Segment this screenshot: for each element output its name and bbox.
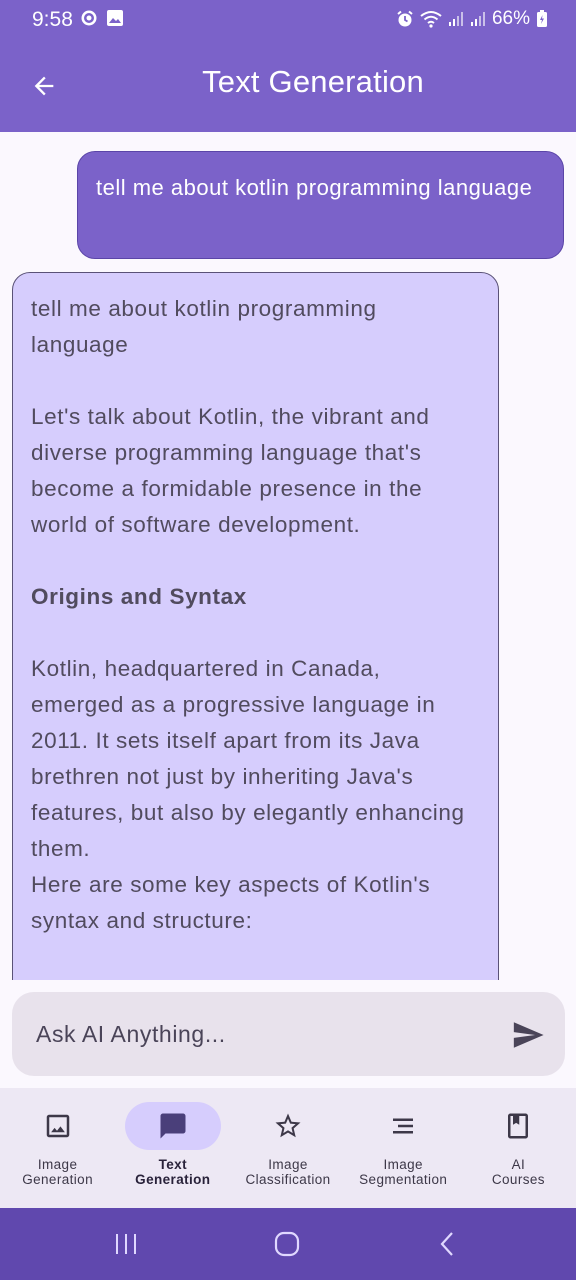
nav-label: Image Generation [22, 1157, 93, 1187]
image-icon [46, 1114, 69, 1138]
wifi-icon [420, 11, 442, 28]
send-button[interactable] [509, 1016, 547, 1054]
ai-intro-text: Let's talk about Kotlin, the vibrant and… [31, 404, 430, 537]
notification-icon [81, 10, 97, 26]
recent-apps-button[interactable] [106, 1228, 146, 1260]
nav-item-image-classification[interactable]: Image Classification [230, 1088, 345, 1208]
signal-icon [448, 12, 463, 26]
status-bar: 9:58 66% [0, 0, 576, 40]
home-icon [274, 1231, 300, 1257]
nav-label: Image Classification [245, 1157, 331, 1187]
ai-heading-text: Origins and Syntax [31, 584, 247, 609]
prompt-input[interactable] [36, 1016, 496, 1052]
nav-label: Text Generation [135, 1157, 211, 1187]
gallery-icon [107, 10, 123, 26]
nav-icon-container [355, 1102, 451, 1150]
chat-area[interactable]: tell me about kotlin programming languag… [0, 132, 576, 980]
message-input-bar [12, 992, 565, 1076]
system-back-button[interactable] [428, 1228, 468, 1260]
list-icon [393, 1118, 414, 1134]
status-right: 66% [396, 8, 548, 30]
battery-percent: 66% [491, 8, 530, 29]
send-icon [513, 1022, 544, 1048]
chevron-left-icon [440, 1232, 453, 1256]
nav-label: AI Courses [491, 1157, 545, 1187]
ai-echo-text: tell me about kotlin programming languag… [31, 296, 377, 357]
ai-paragraph-1: Kotlin, headquartered in Canada, emerged… [31, 656, 465, 861]
user-message-bubble: tell me about kotlin programming languag… [77, 151, 564, 259]
battery-icon [537, 10, 547, 27]
star-icon [275, 1113, 301, 1138]
status-time: 9:58 [32, 8, 73, 31]
nav-icon-container [10, 1102, 106, 1150]
nav-label: Image Segmentation [359, 1157, 448, 1187]
nav-icon-container [240, 1102, 336, 1150]
nav-item-image-segmentation[interactable]: Image Segmentation [346, 1088, 461, 1208]
page-title: Text Generation [202, 64, 424, 99]
system-navigation-bar [0, 1208, 576, 1280]
home-button[interactable] [267, 1228, 307, 1260]
chat-icon [160, 1113, 186, 1139]
nav-item-text-generation[interactable]: Text Generation [115, 1088, 230, 1208]
alarm-icon [397, 10, 413, 27]
ai-paragraph-2: Here are some key aspects of Kotlin's sy… [31, 872, 431, 933]
status-left-icons [80, 9, 124, 27]
nav-item-image-generation[interactable]: Image Generation [0, 1088, 115, 1208]
app-bar: Text Generation [0, 40, 576, 132]
ai-response-bubble: tell me about kotlin programming languag… [12, 272, 499, 980]
book-icon [508, 1113, 529, 1139]
bottom-navigation: Image Generation Text Generation Image C… [0, 1088, 576, 1208]
nav-icon-container [470, 1102, 566, 1150]
nav-item-ai-courses[interactable]: AI Courses [461, 1088, 576, 1208]
signal-icon-2 [470, 12, 485, 26]
nav-icon-container [124, 1102, 221, 1150]
recent-apps-icon [116, 1234, 136, 1254]
user-message-text: tell me about kotlin programming languag… [96, 175, 533, 200]
